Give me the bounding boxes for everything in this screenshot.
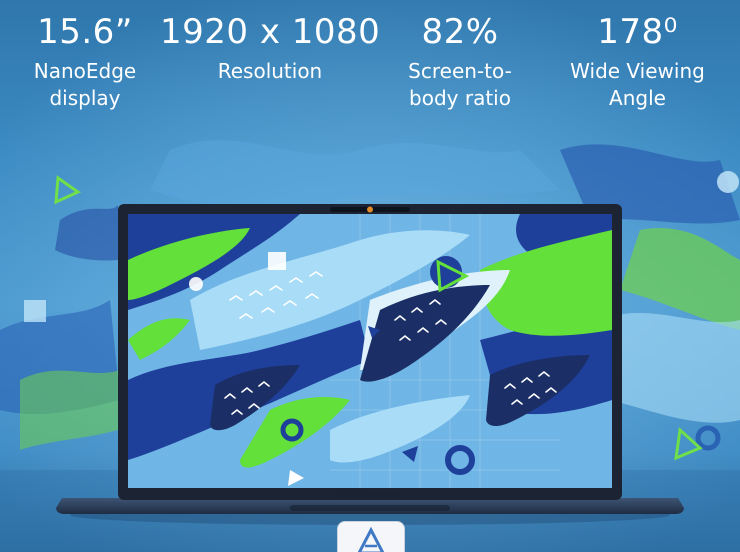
brand-badge xyxy=(337,521,405,552)
brand-logo-text: ASUS Vivobook xyxy=(338,492,402,500)
triangle-logo-icon xyxy=(357,526,385,552)
screen-wallpaper xyxy=(128,214,612,488)
webcam-icon xyxy=(367,206,373,213)
product-banner: 15.6” NanoEdge display 1920 x 1080 Resol… xyxy=(0,0,740,552)
laptop-illustration xyxy=(56,204,684,525)
